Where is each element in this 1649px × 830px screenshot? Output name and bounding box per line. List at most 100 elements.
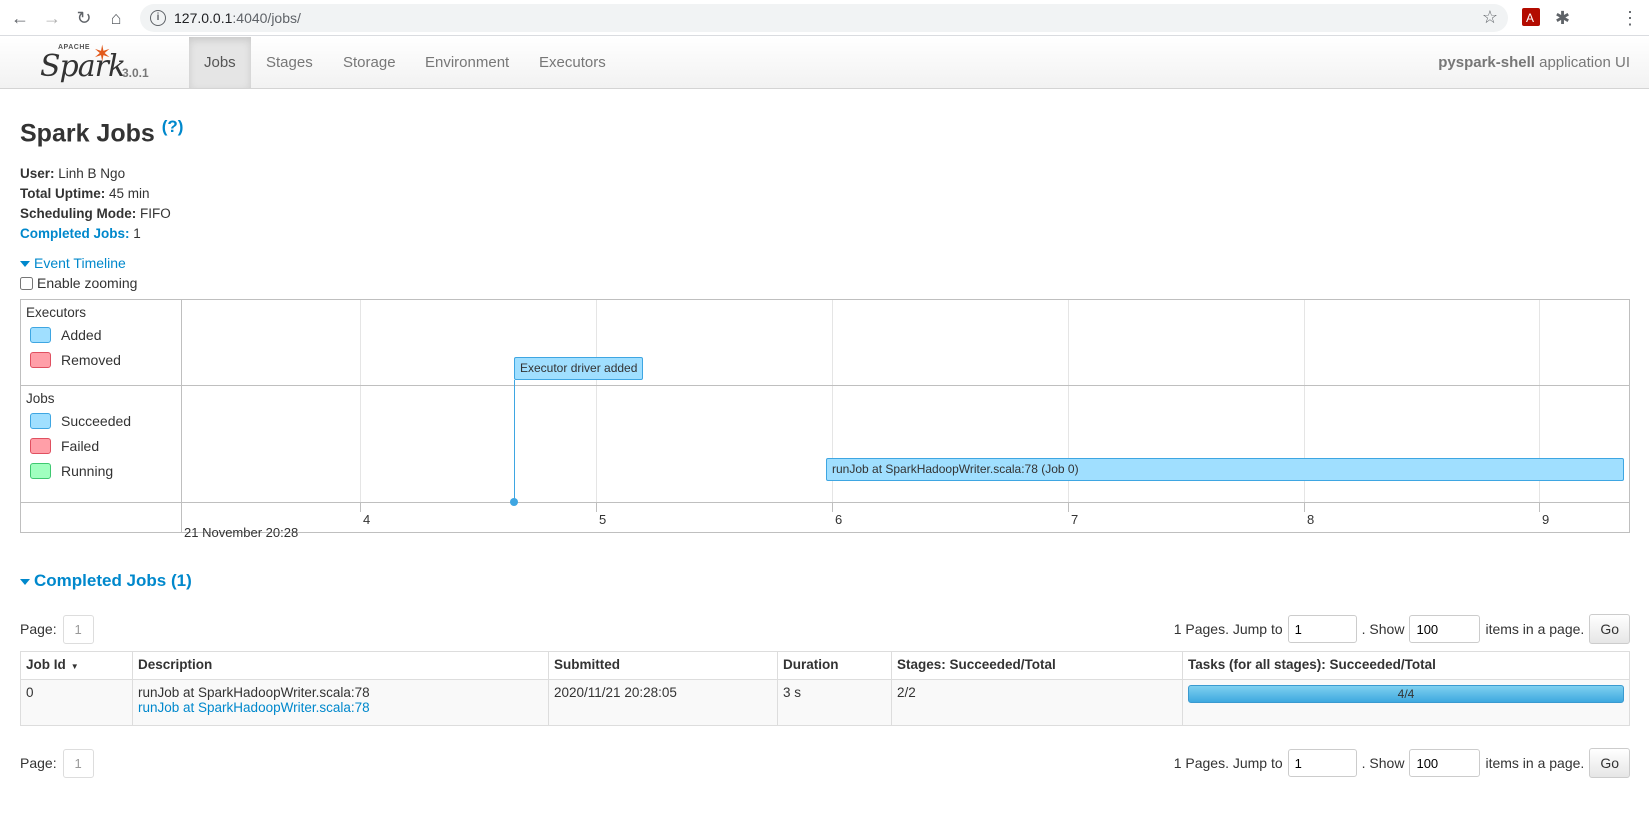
svg-text:A: A — [1526, 11, 1534, 25]
removed-swatch — [30, 352, 51, 368]
browser-toolbar: ← → ↻ ⌂ i 127.0.0.1:4040/jobs/ ☆ A ✱ ⋮ — [0, 0, 1649, 36]
page-label: Page: — [20, 755, 57, 771]
menu-kebab-icon[interactable]: ⋮ — [1620, 8, 1640, 28]
tick-label: 8 — [1307, 512, 1315, 527]
address-bar[interactable]: i 127.0.0.1:4040/jobs/ ☆ — [140, 4, 1508, 32]
show-text: . Show — [1361, 621, 1405, 637]
enable-zooming-checkbox-row[interactable]: Enable zooming — [20, 275, 137, 291]
enable-zooming-checkbox[interactable] — [20, 276, 33, 290]
tick-label: 9 — [1542, 512, 1550, 527]
current-page-button[interactable]: 1 — [62, 614, 94, 644]
reload-icon[interactable]: ↻ — [72, 6, 96, 30]
tick-mark — [596, 502, 597, 512]
tab-executors[interactable]: Executors — [524, 37, 621, 88]
tick-label: 4 — [363, 512, 371, 527]
items-text: items in a page. — [1485, 621, 1585, 637]
go-button[interactable]: Go — [1589, 614, 1630, 644]
legend-added: Added — [30, 327, 101, 343]
url-text[interactable]: 127.0.0.1:4040/jobs/ — [174, 10, 301, 26]
table-header-row: Job Id ▼ Description Submitted Duration S… — [20, 651, 1630, 680]
help-link[interactable]: (?) — [162, 117, 184, 136]
executors-group-title: Executors — [26, 305, 87, 320]
tick-mark — [1068, 502, 1069, 512]
page-title: Spark Jobs (?) — [20, 117, 184, 148]
spark-logo[interactable]: APACHE Spark ✶ — [38, 39, 128, 85]
back-icon[interactable]: ← — [8, 6, 32, 30]
legend-removed: Removed — [30, 352, 121, 368]
jump-to-page-input[interactable] — [1287, 615, 1357, 643]
pdf-extension-icon[interactable]: A — [1522, 8, 1542, 28]
completed-jobs-count: 1 — [133, 226, 141, 241]
pagination-top: Page: 1 1 Pages. Jump to . Show items in… — [20, 614, 1630, 644]
page-size-input[interactable] — [1409, 749, 1481, 777]
page-controls: 1 Pages. Jump to . Show items in a page.… — [1174, 748, 1630, 778]
column-header-duration[interactable]: Duration — [777, 651, 892, 680]
legend-succeeded: Succeeded — [30, 413, 131, 429]
column-header-tasks[interactable]: Tasks (for all stages): Succeeded/Total — [1182, 651, 1630, 680]
pages-text: 1 Pages. Jump to — [1173, 755, 1283, 771]
executor-event-line — [514, 380, 515, 500]
stages-cell: 2/2 — [891, 679, 1183, 726]
timeline-axis-divider — [21, 502, 1629, 503]
tick-mark — [1304, 502, 1305, 512]
job-id-cell: 0 — [20, 679, 133, 726]
tick-mark — [360, 502, 361, 512]
tab-stages[interactable]: Stages — [251, 37, 328, 88]
pagination-bottom: Page: 1 1 Pages. Jump to . Show items in… — [20, 748, 1630, 778]
tick-label: 7 — [1071, 512, 1079, 527]
forward-icon[interactable]: → — [40, 6, 64, 30]
completed-jobs-table: Job Id ▼ Description Submitted Duration S… — [20, 651, 1630, 726]
job-summary: User: Linh B Ngo Total Uptime: 45 min Sc… — [20, 166, 171, 241]
page-indicator: Page: 1 — [20, 614, 94, 644]
collapse-triangle-icon — [20, 578, 30, 585]
jump-to-page-input[interactable] — [1287, 749, 1357, 777]
column-header-submitted[interactable]: Submitted — [548, 651, 778, 680]
timeline-row-divider — [21, 385, 1629, 386]
tick-label: 6 — [835, 512, 843, 527]
legend-running: Running — [30, 463, 113, 479]
added-swatch — [30, 327, 51, 343]
job-description: runJob at SparkHadoopWriter.scala:78 — [138, 685, 370, 700]
show-text: . Show — [1361, 755, 1405, 771]
tab-jobs[interactable]: Jobs — [189, 37, 251, 88]
scheduling-value: FIFO — [140, 206, 171, 221]
job-detail-link[interactable]: runJob at SparkHadoopWriter.scala:78 — [138, 700, 370, 715]
tick-mark — [1539, 502, 1540, 512]
user-value: Linh B Ngo — [58, 166, 126, 181]
grid-line — [596, 300, 597, 502]
spark-version: 3.0.1 — [122, 66, 149, 80]
home-icon[interactable]: ⌂ — [104, 6, 128, 30]
column-header-job-id[interactable]: Job Id ▼ — [20, 651, 133, 680]
column-header-stages[interactable]: Stages: Succeeded/Total — [891, 651, 1183, 680]
executor-driver-added-event[interactable]: Executor driver added — [514, 357, 644, 380]
logo-spark-text: Spark — [40, 49, 126, 84]
go-button[interactable]: Go — [1589, 748, 1630, 778]
table-row: 0 runJob at SparkHadoopWriter.scala:78 r… — [20, 679, 1630, 726]
timeline-date-label: 21 November 20:28 — [184, 525, 299, 540]
job-0-bar[interactable]: runJob at SparkHadoopWriter.scala:78 (Jo… — [826, 458, 1624, 481]
page-controls: 1 Pages. Jump to . Show items in a page.… — [1174, 614, 1630, 644]
tab-storage[interactable]: Storage — [328, 37, 411, 88]
completed-jobs-link[interactable]: Completed Jobs: — [20, 226, 130, 241]
page-size-input[interactable] — [1409, 615, 1481, 643]
tasks-progress-bar: 4/4 — [1188, 685, 1624, 703]
tick-mark — [832, 502, 833, 512]
succeeded-swatch — [30, 413, 51, 429]
event-timeline-toggle[interactable]: Event Timeline — [20, 255, 126, 271]
completed-jobs-section-toggle[interactable]: Completed Jobs (1) — [20, 571, 192, 591]
bookmark-star-icon[interactable]: ☆ — [1482, 7, 1498, 28]
column-header-description[interactable]: Description — [132, 651, 549, 680]
site-info-icon[interactable]: i — [150, 10, 166, 26]
uptime-value: 45 min — [109, 186, 150, 201]
current-page-button[interactable]: 1 — [62, 748, 94, 778]
sort-desc-icon[interactable]: ▼ — [71, 662, 79, 671]
extensions-puzzle-icon[interactable]: ✱ — [1555, 8, 1575, 28]
submitted-cell: 2020/11/21 20:28:05 — [548, 679, 778, 726]
page-indicator: Page: 1 — [20, 748, 94, 778]
items-text: items in a page. — [1485, 755, 1585, 771]
tab-environment[interactable]: Environment — [410, 37, 524, 88]
executor-event-dot — [510, 498, 518, 506]
failed-swatch — [30, 438, 51, 454]
event-timeline[interactable]: Executors Added Removed Jobs Succeeded F… — [20, 299, 1630, 540]
grid-line — [360, 300, 361, 502]
